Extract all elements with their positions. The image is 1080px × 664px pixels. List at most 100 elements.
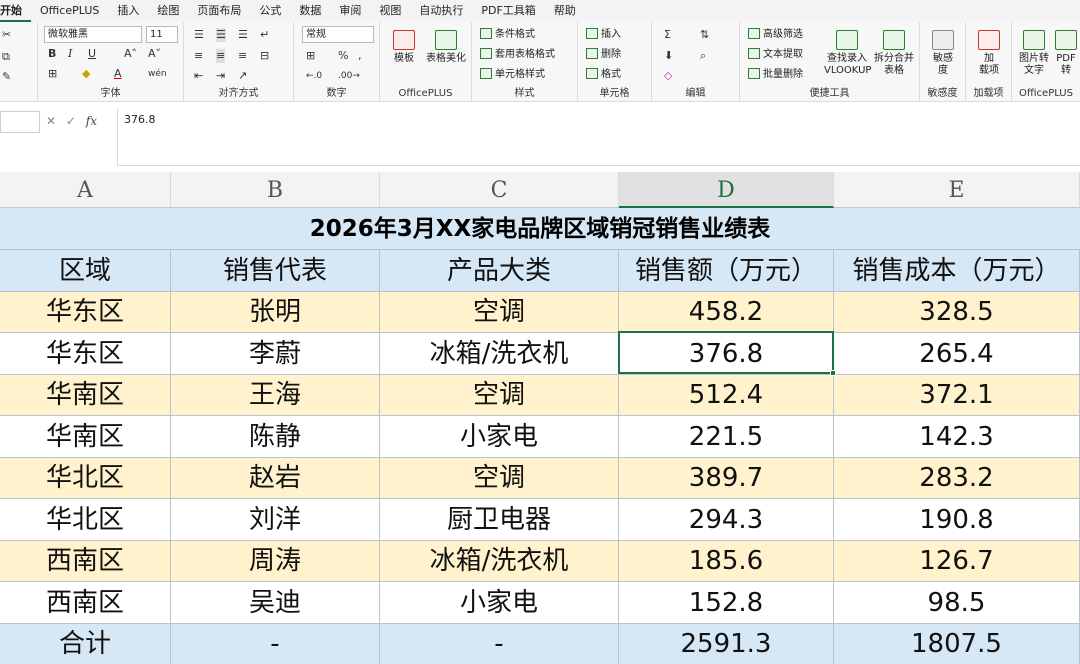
decrease-decimal-icon[interactable]: .00→ [338, 69, 360, 83]
header-cell-region[interactable]: 区域 [0, 250, 171, 292]
fill-color-icon[interactable]: ◆ [82, 67, 90, 81]
batch-delete-button[interactable]: 批量删除 [748, 68, 803, 82]
table-row-3-sales-rep[interactable]: 王海 [171, 375, 380, 416]
table-row-1-sales-cost[interactable]: 328.5 [834, 292, 1080, 333]
table-row-3-product-category[interactable]: 空调 [380, 375, 619, 416]
shrink-font-icon[interactable]: A˅ [148, 47, 161, 61]
table-row-1-sales-amount[interactable]: 458.2 [619, 292, 834, 333]
table-row-1-region[interactable]: 华东区 [0, 292, 171, 333]
table-row-7-region[interactable]: 西南区 [0, 541, 171, 582]
phonetic-icon[interactable]: wén [148, 67, 167, 81]
insert-cells-button[interactable]: 插入 [586, 28, 621, 42]
merge-center-icon[interactable]: ⊟ [260, 49, 269, 63]
format-as-table-button[interactable]: 套用表格格式 [480, 48, 555, 62]
table-row-1-sales-rep[interactable]: 张明 [171, 292, 380, 333]
font-color-icon[interactable]: A [114, 67, 122, 81]
column-header-e[interactable]: E [834, 172, 1080, 208]
table-row-7-sales-rep[interactable]: 周涛 [171, 541, 380, 582]
font-name-select[interactable]: 微软雅黑 [44, 26, 142, 43]
table-row-4-product-category[interactable]: 小家电 [380, 416, 619, 458]
bold-icon[interactable]: B [48, 47, 56, 61]
menu-help[interactable]: 帮助 [545, 0, 585, 22]
conditional-format-button[interactable]: 条件格式 [480, 28, 535, 42]
menu-view[interactable]: 视图 [370, 0, 410, 22]
total-row-product-category[interactable]: - [380, 624, 619, 664]
percent-icon[interactable]: % [338, 49, 348, 63]
table-row-4-sales-cost[interactable]: 142.3 [834, 416, 1080, 458]
wrap-text-icon[interactable]: ↵ [260, 28, 269, 42]
image-to-text-button[interactable]: 图片转 文字 [1016, 30, 1052, 77]
italic-icon[interactable]: I [68, 47, 72, 61]
border-icon[interactable]: ⊞ [48, 67, 57, 81]
pdf-convert-button[interactable]: PDF转 [1052, 30, 1080, 77]
table-row-6-sales-amount[interactable]: 294.3 [619, 499, 834, 541]
total-row-sales-amount[interactable]: 2591.3 [619, 624, 834, 664]
header-cell-sales-amount[interactable]: 销售额（万元） [619, 250, 834, 292]
table-row-2-product-category[interactable]: 冰箱/洗衣机 [380, 333, 619, 375]
grow-font-icon[interactable]: A˄ [124, 47, 137, 61]
addins-button[interactable]: 加载项 [971, 30, 1007, 77]
align-top-icon[interactable]: ☰ [194, 28, 204, 42]
table-row-2-sales-cost[interactable]: 265.4 [834, 333, 1080, 375]
template-button[interactable]: 模板 [386, 30, 422, 65]
align-right-icon[interactable]: ≡ [238, 49, 247, 63]
comma-icon[interactable]: , [358, 49, 362, 63]
table-row-4-region[interactable]: 华南区 [0, 416, 171, 458]
column-header-b[interactable]: B [171, 172, 380, 208]
menu-page-layout[interactable]: 页面布局 [188, 0, 250, 22]
table-row-2-sales-amount[interactable]: 376.8 [619, 333, 834, 375]
menu-pdf-tools[interactable]: PDF工具箱 [472, 0, 544, 22]
fill-icon[interactable]: ⬇ [664, 49, 673, 63]
table-row-5-sales-cost[interactable]: 283.2 [834, 458, 1080, 499]
cancel-icon[interactable]: ✕ [46, 114, 56, 128]
cell-styles-button[interactable]: 单元格样式 [480, 68, 545, 82]
name-box[interactable] [0, 111, 40, 133]
align-middle-icon[interactable]: ☰ [216, 28, 226, 42]
split-merge-button[interactable]: 拆分合并 表格 [872, 30, 916, 77]
table-row-3-sales-cost[interactable]: 372.1 [834, 375, 1080, 416]
menu-automate[interactable]: 自动执行 [410, 0, 472, 22]
formula-expanded-area[interactable] [117, 108, 1080, 166]
menu-review[interactable]: 审阅 [330, 0, 370, 22]
header-cell-sales-cost[interactable]: 销售成本（万元） [834, 250, 1080, 292]
column-header-a[interactable]: A [0, 172, 171, 208]
table-row-6-region[interactable]: 华北区 [0, 499, 171, 541]
table-row-4-sales-rep[interactable]: 陈静 [171, 416, 380, 458]
table-row-8-sales-amount[interactable]: 152.8 [619, 582, 834, 624]
table-row-5-sales-amount[interactable]: 389.7 [619, 458, 834, 499]
format-cells-button[interactable]: 格式 [586, 68, 621, 82]
accounting-icon[interactable]: ⊞ [306, 49, 315, 63]
copy-icon[interactable]: ⧉ [2, 50, 10, 64]
table-row-8-sales-rep[interactable]: 吴迪 [171, 582, 380, 624]
delete-cells-button[interactable]: 删除 [586, 48, 621, 62]
table-row-8-region[interactable]: 西南区 [0, 582, 171, 624]
fill-handle[interactable] [830, 370, 836, 376]
header-cell-product-category[interactable]: 产品大类 [380, 250, 619, 292]
table-row-8-product-category[interactable]: 小家电 [380, 582, 619, 624]
vlookup-button[interactable]: 查找录入 VLOOKUP [824, 30, 871, 77]
header-cell-sales-rep[interactable]: 销售代表 [171, 250, 380, 292]
menu-insert[interactable]: 插入 [108, 0, 148, 22]
table-row-5-sales-rep[interactable]: 赵岩 [171, 458, 380, 499]
align-bottom-icon[interactable]: ☰ [238, 28, 248, 42]
find-icon[interactable]: ⌕ [700, 49, 706, 63]
table-row-6-sales-cost[interactable]: 190.8 [834, 499, 1080, 541]
underline-icon[interactable]: U [88, 47, 96, 61]
align-center-icon[interactable]: ≡ [216, 49, 226, 63]
table-row-4-sales-amount[interactable]: 221.5 [619, 416, 834, 458]
sensitivity-button[interactable]: 敏感度 [925, 30, 961, 77]
table-row-7-sales-cost[interactable]: 126.7 [834, 541, 1080, 582]
total-row-region[interactable]: 合计 [0, 624, 171, 664]
table-row-8-sales-cost[interactable]: 98.5 [834, 582, 1080, 624]
table-row-6-product-category[interactable]: 厨卫电器 [380, 499, 619, 541]
table-row-3-sales-amount[interactable]: 512.4 [619, 375, 834, 416]
menu-home[interactable]: 开始 [0, 0, 31, 22]
text-extract-button[interactable]: 文本提取 [748, 48, 803, 62]
align-left-icon[interactable]: ≡ [194, 49, 203, 63]
enter-icon[interactable]: ✓ [66, 114, 76, 128]
table-row-1-product-category[interactable]: 空调 [380, 292, 619, 333]
table-row-7-sales-amount[interactable]: 185.6 [619, 541, 834, 582]
column-header-c[interactable]: C [380, 172, 619, 208]
decrease-indent-icon[interactable]: ⇤ [194, 69, 203, 83]
menu-draw[interactable]: 绘图 [148, 0, 188, 22]
